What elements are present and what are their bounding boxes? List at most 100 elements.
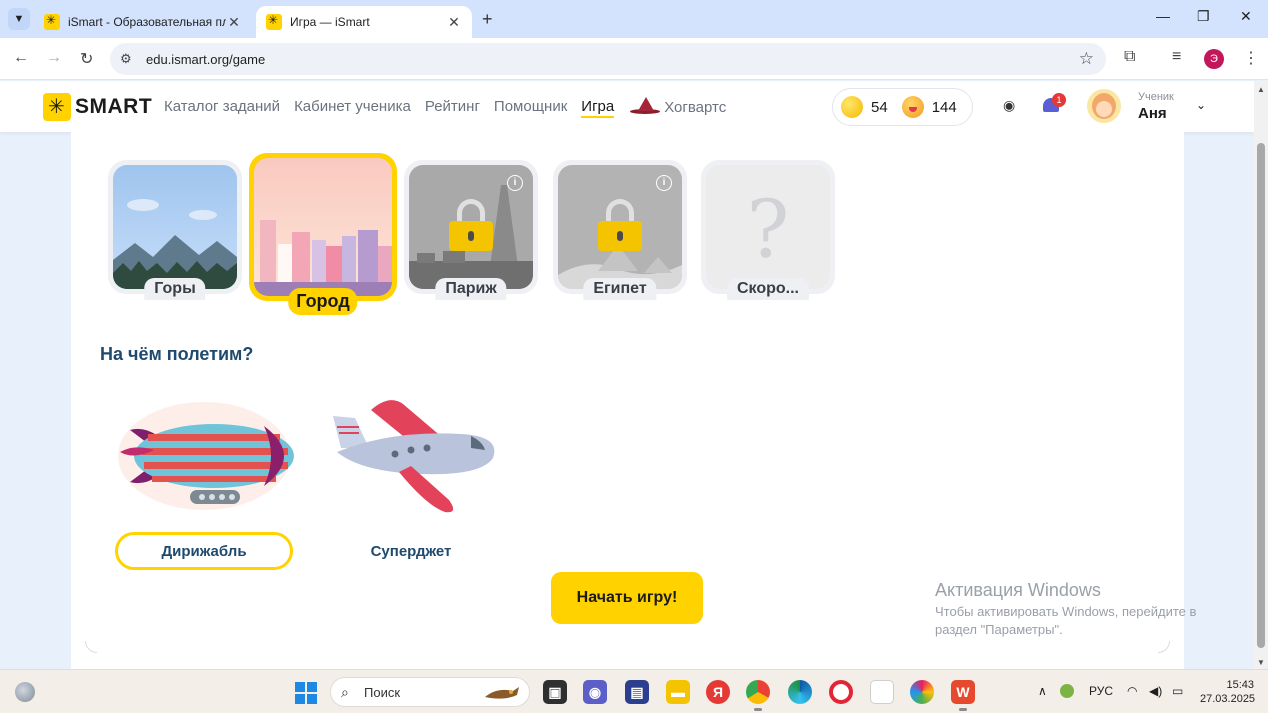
activation-line-2: раздел "Параметры". xyxy=(935,622,1063,637)
vehicle-option-superjet[interactable]: Суперджет xyxy=(331,532,491,570)
ismart-logo-icon xyxy=(43,93,71,121)
weather-icon[interactable] xyxy=(15,682,35,702)
language-indicator[interactable]: РУС xyxy=(1089,684,1113,698)
city-skyline-illustration xyxy=(254,220,392,296)
site-header: SMART Каталог заданий Кабинет ученика Ре… xyxy=(0,81,1254,132)
airship-image[interactable] xyxy=(114,390,296,520)
save-app-icon[interactable]: ▤ xyxy=(625,680,649,704)
battery-icon[interactable]: ▭ xyxy=(1172,684,1183,698)
browser-menu-icon[interactable]: ⋮ xyxy=(1243,48,1259,68)
yandex-browser-icon[interactable]: Я xyxy=(706,680,730,704)
card-corner xyxy=(85,641,97,653)
wifi-icon[interactable]: ◠ xyxy=(1127,684,1137,698)
question-mark-icon: ? xyxy=(746,183,790,276)
system-clock[interactable]: 15:43 27.03.2025 xyxy=(1200,678,1256,706)
window-close-button[interactable]: ✕ xyxy=(1240,8,1252,25)
location-card-mountains[interactable]: Горы xyxy=(108,160,242,300)
notifications-button[interactable]: 1 xyxy=(1042,93,1066,115)
location-card-paris[interactable]: i Париж xyxy=(404,160,538,300)
new-tab-button[interactable]: + xyxy=(482,9,493,30)
menu-item-hogwarts[interactable]: Хогвартс xyxy=(628,97,726,118)
menu-item-catalog[interactable]: Каталог заданий xyxy=(164,98,280,118)
location-label: Город xyxy=(288,288,358,315)
menu-item-assistant[interactable]: Помощник xyxy=(494,98,567,118)
scroll-up-arrow-icon[interactable]: ▲ xyxy=(1257,85,1265,94)
user-avatar[interactable] xyxy=(1087,89,1121,123)
tab-title: Игра — iSmart xyxy=(290,15,370,29)
vehicle-option-airship[interactable]: Дирижабль xyxy=(115,532,293,570)
chevron-down-icon: ▼ xyxy=(13,13,25,25)
profile-avatar[interactable]: Э xyxy=(1204,49,1224,69)
reload-icon[interactable]: ↻ xyxy=(80,49,93,69)
bookmark-star-icon[interactable]: ☆ xyxy=(1079,49,1094,69)
url-text[interactable]: edu.ismart.org/game xyxy=(146,52,265,67)
browser-tab-game[interactable]: Игра — iSmart ✕ xyxy=(256,6,472,38)
chevron-down-icon[interactable]: ⌄ xyxy=(1196,98,1206,112)
browser-tab-ismart[interactable]: iSmart - Образовательная пла ✕ xyxy=(34,6,252,38)
info-icon[interactable]: i xyxy=(507,175,523,191)
start-button[interactable] xyxy=(295,682,317,704)
close-icon[interactable]: ✕ xyxy=(226,14,242,31)
user-role: Ученик xyxy=(1138,91,1174,103)
search-icon: ⌕ xyxy=(341,684,349,700)
location-card-coming-soon: ? Скоро... xyxy=(701,160,835,300)
wps-office-icon[interactable]: W xyxy=(951,680,975,711)
chat-icon[interactable]: ◉ xyxy=(583,680,607,704)
volume-icon[interactable]: ◀) xyxy=(1149,684,1162,698)
back-arrow-icon[interactable]: ← xyxy=(13,49,29,67)
vehicle-section-title: На чём полетим? xyxy=(100,344,254,364)
location-card-city[interactable]: Город xyxy=(249,153,397,315)
scroll-down-arrow-icon[interactable]: ▼ xyxy=(1257,658,1265,667)
forward-arrow-icon[interactable]: → xyxy=(46,49,62,67)
info-icon[interactable]: i xyxy=(656,175,672,191)
smiles-count: 144 xyxy=(931,98,957,116)
currency-counters[interactable]: 54 144 xyxy=(832,88,973,126)
menu-item-game[interactable]: Игра xyxy=(581,98,615,118)
photos-icon[interactable] xyxy=(910,680,934,704)
clock-time: 15:43 xyxy=(1226,679,1254,691)
browser-tab-strip: ▼ iSmart - Образовательная пла ✕ Игра — … xyxy=(0,0,1268,38)
coin-icon xyxy=(841,96,863,118)
superjet-illustration xyxy=(333,400,495,513)
ismart-logo[interactable]: SMART xyxy=(43,93,152,121)
superjet-image[interactable] xyxy=(331,390,513,520)
city-image xyxy=(254,158,392,296)
ismart-favicon-icon xyxy=(266,13,282,30)
page-scrollbar[interactable]: ▲ ▼ xyxy=(1254,81,1268,669)
media-controls-icon[interactable]: ≡ xyxy=(1172,48,1181,66)
eye-icon[interactable]: ◉ xyxy=(1003,97,1015,114)
menu-item-student-cabinet[interactable]: Кабинет ученика xyxy=(294,98,411,118)
taskbar-search[interactable]: ⌕ Поиск xyxy=(330,677,530,707)
lock-icon xyxy=(449,199,493,251)
start-game-button[interactable]: Начать игру! xyxy=(551,572,703,624)
maximize-button[interactable]: ❐ xyxy=(1197,8,1210,25)
egypt-image: i xyxy=(558,165,682,289)
scroll-thumb[interactable] xyxy=(1257,143,1265,648)
card-corner xyxy=(1158,641,1170,653)
chrome-icon[interactable] xyxy=(746,680,770,711)
close-icon[interactable]: ✕ xyxy=(446,14,462,31)
tray-app-icon[interactable] xyxy=(1060,684,1074,698)
mountains-image xyxy=(113,165,237,289)
tab-title: iSmart - Образовательная пла xyxy=(68,15,226,29)
chevron-up-icon[interactable]: ∧ xyxy=(1038,684,1047,698)
edge-icon[interactable] xyxy=(788,680,812,704)
task-view-icon[interactable]: ▣ xyxy=(543,680,567,704)
opera-icon[interactable] xyxy=(829,680,853,704)
ismart-favicon-icon xyxy=(44,13,60,30)
menu-item-rating[interactable]: Рейтинг xyxy=(425,98,480,118)
main-menu: Каталог заданий Кабинет ученика Рейтинг … xyxy=(164,97,740,118)
location-card-egypt[interactable]: i Египет xyxy=(553,160,687,300)
address-bar[interactable]: ⚙ edu.ismart.org/game ☆ xyxy=(110,43,1106,75)
lock-icon xyxy=(598,199,642,251)
file-explorer-icon[interactable]: ▬ xyxy=(666,680,690,704)
notification-badge: 1 xyxy=(1052,93,1066,107)
clock-date: 27.03.2025 xyxy=(1200,693,1256,705)
site-settings-icon[interactable]: ⚙ xyxy=(120,51,132,67)
extensions-icon[interactable]: ⧉ xyxy=(1124,48,1135,66)
minimize-button[interactable]: — xyxy=(1156,8,1170,24)
user-name[interactable]: Аня xyxy=(1138,105,1167,122)
tab-search-button[interactable]: ▼ xyxy=(8,8,30,30)
search-highlight-bird-icon xyxy=(485,687,519,699)
document-icon[interactable] xyxy=(870,680,894,704)
